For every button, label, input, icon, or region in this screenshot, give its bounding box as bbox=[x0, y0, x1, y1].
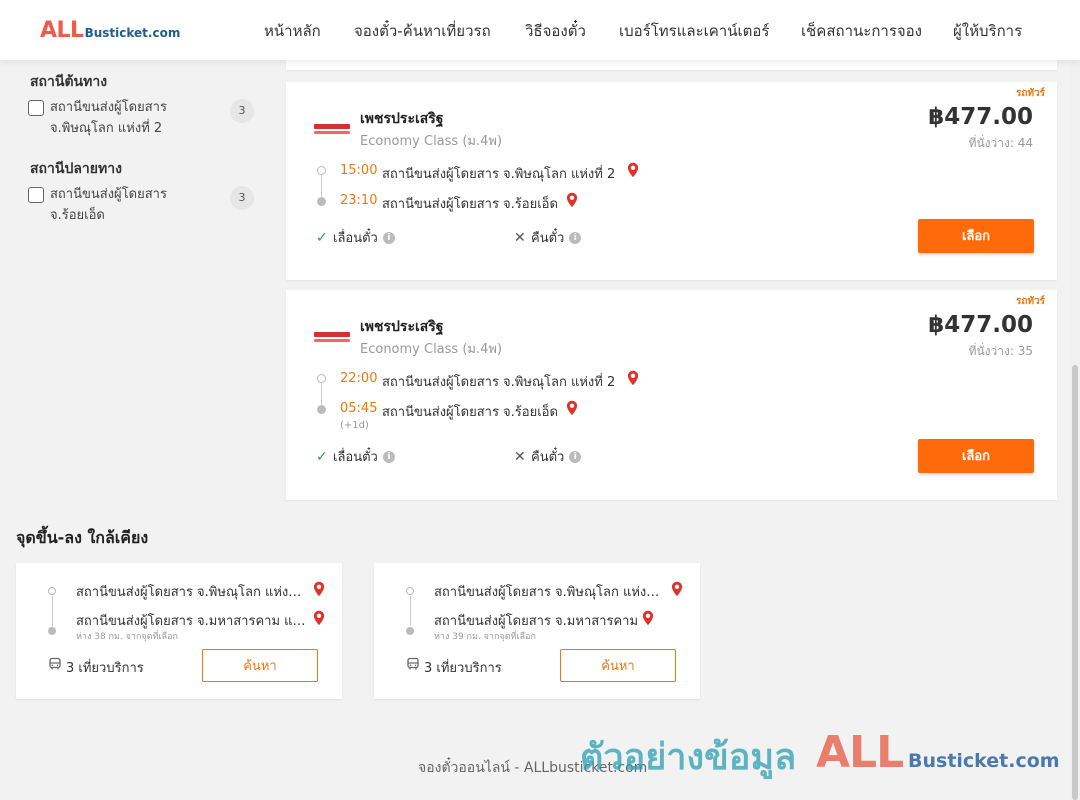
route-line bbox=[321, 383, 322, 405]
nearby-route-card: สถานีขนส่งผู้โดยสาร จ.พิษณุโลก แห่งที่ 2… bbox=[16, 563, 342, 699]
arrival-time: 23:10 bbox=[340, 193, 378, 208]
trip-price: ฿477.00 bbox=[928, 312, 1033, 338]
nav-phone-counter[interactable]: เบอร์โทรและเคาน์เตอร์ bbox=[619, 19, 769, 43]
destination-count-badge: 3 bbox=[230, 186, 254, 210]
refund-label: คืนตั๋ว bbox=[531, 450, 565, 465]
info-icon[interactable]: i bbox=[569, 231, 582, 244]
available-seats: ที่นั่งว่าง: 35 bbox=[968, 344, 1033, 358]
sample-data-watermark: ตัวอย่างข้อมูล bbox=[580, 737, 797, 778]
map-pin-icon[interactable] bbox=[566, 192, 578, 208]
info-icon[interactable]: i bbox=[382, 450, 395, 463]
cross-icon: ✕ bbox=[514, 229, 526, 246]
destination-dot bbox=[406, 627, 414, 635]
map-pin-icon[interactable] bbox=[566, 400, 578, 416]
info-icon[interactable]: i bbox=[569, 450, 582, 463]
bus-type-tag: รถทัวร์ bbox=[1015, 296, 1045, 307]
watermark-logo-busticket: Busticket.com bbox=[908, 750, 1060, 772]
arrival-time: 05:45 bbox=[340, 401, 378, 416]
nav-how-to-book[interactable]: วิธีจองตั๋ว bbox=[525, 19, 586, 43]
check-icon: ✓ bbox=[316, 448, 328, 465]
departure-dot bbox=[317, 374, 326, 383]
nav-check-booking[interactable]: เช็คสถานะการจอง bbox=[801, 19, 922, 43]
arrival-dot bbox=[317, 405, 326, 414]
nearby-distance: ห่าง 39 กม. จากจุดที่เลือก bbox=[434, 632, 536, 642]
nav-book-search[interactable]: จองตั๋ว-ค้นหาเที่ยวรถ bbox=[354, 19, 491, 43]
destination-filter-title: สถานีปลายทาง bbox=[30, 161, 122, 177]
origin-dot bbox=[48, 587, 56, 595]
next-day-indicator: (+1d) bbox=[340, 420, 369, 431]
map-pin-icon[interactable] bbox=[642, 610, 654, 626]
operator-name: เพชรประเสริฐ bbox=[360, 319, 444, 335]
logo-all-text: ALL bbox=[40, 18, 84, 43]
map-pin-icon[interactable] bbox=[627, 370, 639, 386]
bus-icon bbox=[49, 657, 61, 670]
nearby-origin-station: สถานีขนส่งผู้โดยสาร จ.พิษณุโลก แห่งที่ 2 bbox=[76, 585, 308, 600]
trip-card: รถทัวร์ เพชรประเสริฐ Economy Class (ม.4พ… bbox=[286, 290, 1057, 500]
nearby-search-button[interactable]: ค้นหา bbox=[560, 649, 676, 682]
refund-policy: ✕ คืนตั๋ว i bbox=[514, 227, 582, 248]
watermark-logo-all: ALL bbox=[816, 727, 904, 778]
destination-station-label[interactable]: สถานีขนส่งผู้โดยสาร จ.ร้อยเอ็ด bbox=[50, 184, 225, 226]
refund-policy: ✕ คืนตั๋ว i bbox=[514, 446, 582, 467]
departure-dot bbox=[317, 166, 326, 175]
bus-type-tag: รถทัวร์ bbox=[1015, 88, 1045, 99]
map-pin-icon[interactable] bbox=[627, 162, 639, 178]
nearby-search-button[interactable]: ค้นหา bbox=[202, 649, 318, 682]
site-logo[interactable]: ALL Busticket.com bbox=[40, 18, 180, 43]
map-pin-icon[interactable] bbox=[671, 581, 683, 597]
bus-class: Economy Class (ม.4พ) bbox=[360, 342, 503, 357]
operator-logo bbox=[314, 332, 350, 344]
refund-label: คืนตั๋ว bbox=[531, 231, 565, 246]
nav-providers[interactable]: ผู้ให้บริการ bbox=[953, 19, 1022, 43]
operator-name: เพชรประเสริฐ bbox=[360, 111, 444, 127]
nearby-route-card: สถานีขนส่งผู้โดยสาร จ.พิษณุโลก แห่งที่ 2… bbox=[374, 563, 700, 699]
map-pin-icon[interactable] bbox=[313, 610, 325, 626]
departure-station: สถานีขนส่งผู้โดยสาร จ.พิษณุโลก แห่งที่ 2 bbox=[382, 375, 616, 390]
arrival-station: สถานีขนส่งผู้โดยสาร จ.ร้อยเอ็ด bbox=[382, 197, 558, 212]
nearby-stops-title: จุดขึ้น-ลง ใกล้เคียง bbox=[16, 528, 149, 547]
departure-time: 15:00 bbox=[340, 163, 378, 178]
check-icon: ✓ bbox=[316, 229, 328, 246]
top-navbar: ALL Busticket.com หน้าหลัก จองตั๋ว-ค้นหา… bbox=[0, 0, 1080, 60]
bus-class: Economy Class (ม.4พ) bbox=[360, 134, 503, 149]
reschedule-label: เลื่อนตั๋ว bbox=[333, 231, 378, 246]
page-scrollbar-thumb[interactable] bbox=[1072, 365, 1078, 800]
info-icon[interactable]: i bbox=[382, 231, 395, 244]
route-line bbox=[409, 596, 411, 626]
map-pin-icon[interactable] bbox=[313, 581, 325, 597]
select-trip-button[interactable]: เลือก bbox=[918, 439, 1034, 473]
nearby-destination-station: สถานีขนส่งผู้โดยสาร จ.มหาสารคาม bbox=[434, 614, 639, 629]
cross-icon: ✕ bbox=[514, 448, 526, 465]
route-line bbox=[321, 175, 322, 197]
bus-icon bbox=[407, 657, 419, 670]
route-line bbox=[51, 596, 53, 626]
nav-home[interactable]: หน้าหลัก bbox=[264, 19, 321, 43]
available-seats: ที่นั่งว่าง: 44 bbox=[968, 136, 1033, 150]
origin-dot bbox=[406, 587, 414, 595]
reschedule-policy: ✓ เลื่อนตั๋ว i bbox=[316, 227, 395, 248]
nearby-destination-station: สถานีขนส่งผู้โดยสาร จ.มหาสารคาม แห่งที่ … bbox=[76, 614, 308, 629]
origin-filter-title: สถานีต้นทาง bbox=[30, 74, 108, 90]
nearby-origin-station: สถานีขนส่งผู้โดยสาร จ.พิษณุโลก แห่งที่ 2 bbox=[434, 585, 666, 600]
nearby-distance: ห่าง 38 กม. จากจุดที่เลือก bbox=[76, 632, 178, 642]
origin-station-label[interactable]: สถานีขนส่งผู้โดยสาร จ.พิษณุโลก แห่งที่ 2 bbox=[50, 97, 225, 139]
logo-busticket-text: Busticket.com bbox=[84, 26, 181, 40]
select-trip-button[interactable]: เลือก bbox=[918, 219, 1034, 253]
nearby-trip-count: 3 เที่ยวบริการ bbox=[66, 661, 144, 676]
nearby-trip-count: 3 เที่ยวบริการ bbox=[424, 661, 502, 676]
arrival-dot bbox=[317, 197, 326, 206]
departure-station: สถานีขนส่งผู้โดยสาร จ.พิษณุโลก แห่งที่ 2 bbox=[382, 167, 616, 182]
origin-count-badge: 3 bbox=[230, 99, 254, 123]
reschedule-label: เลื่อนตั๋ว bbox=[333, 450, 378, 465]
arrival-station: สถานีขนส่งผู้โดยสาร จ.ร้อยเอ็ด bbox=[382, 405, 558, 420]
destination-dot bbox=[48, 627, 56, 635]
reschedule-policy: ✓ เลื่อนตั๋ว i bbox=[316, 446, 395, 467]
departure-time: 22:00 bbox=[340, 371, 378, 386]
trip-card: รถทัวร์ เพชรประเสริฐ Economy Class (ม.4พ… bbox=[286, 82, 1057, 280]
destination-station-checkbox[interactable] bbox=[28, 187, 44, 203]
trip-price: ฿477.00 bbox=[928, 104, 1033, 130]
origin-station-checkbox[interactable] bbox=[28, 100, 44, 116]
operator-logo bbox=[314, 124, 350, 136]
